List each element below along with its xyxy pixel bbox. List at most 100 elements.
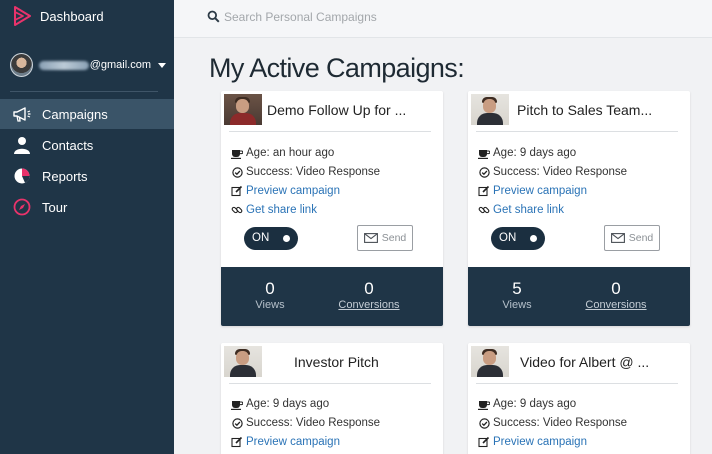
share-row: Get share link xyxy=(478,202,564,218)
user-icon xyxy=(12,136,32,154)
age-row: Age: 9 days ago xyxy=(478,145,576,161)
conversions-count: 0 xyxy=(364,279,374,298)
campaign-card: Video for Albert @ ... Age: 9 days ago S… xyxy=(468,343,690,454)
toggle-label: ON xyxy=(252,232,270,244)
compass-icon xyxy=(12,198,32,216)
coffee-icon xyxy=(231,147,243,159)
send-button[interactable]: Send xyxy=(357,225,413,251)
get-share-link[interactable]: Get share link xyxy=(246,204,317,216)
edit-icon xyxy=(478,436,490,448)
preview-row: Preview campaign xyxy=(478,434,587,450)
edit-icon xyxy=(231,436,243,448)
sidebar-item-reports[interactable]: Reports xyxy=(0,161,174,191)
success-row: Success: Video Response xyxy=(231,415,380,431)
age-row: Age: an hour ago xyxy=(231,145,334,161)
card-divider xyxy=(476,131,678,132)
campaign-toggle[interactable]: ON xyxy=(244,227,298,250)
views-count: 5 xyxy=(512,279,522,298)
campaign-card: Demo Follow Up for ... Age: an hour ago … xyxy=(221,91,443,326)
success-text: Success: Video Response xyxy=(493,417,628,429)
check-circle-icon xyxy=(478,166,490,178)
campaign-title[interactable]: Video for Albert @ ... xyxy=(520,354,649,370)
search-input[interactable] xyxy=(224,7,524,27)
brand[interactable]: Dashboard xyxy=(12,4,104,28)
sidebar-item-label: Tour xyxy=(42,199,68,215)
pie-chart-icon xyxy=(12,167,32,185)
sidebar-item-label: Contacts xyxy=(42,137,94,153)
campaign-card: Investor Pitch Age: 9 days ago Success: … xyxy=(221,343,443,454)
logo-icon xyxy=(14,6,31,26)
brand-label: Dashboard xyxy=(40,8,104,24)
check-circle-icon xyxy=(231,166,243,178)
video-thumbnail[interactable] xyxy=(471,346,509,377)
preview-campaign-link[interactable]: Preview campaign xyxy=(493,436,587,448)
sidebar-item-label: Campaigns xyxy=(42,106,108,122)
campaign-card: Pitch to Sales Team... Age: 9 days ago S… xyxy=(468,91,690,326)
views-label: Views xyxy=(502,299,532,311)
send-label: Send xyxy=(381,232,407,244)
conversions-link[interactable]: Conversions xyxy=(568,299,664,311)
user-email: @gmail.com xyxy=(89,59,151,71)
preview-row: Preview campaign xyxy=(231,434,340,450)
success-row: Success: Video Response xyxy=(478,415,627,431)
send-button[interactable]: Send xyxy=(604,225,660,251)
conversions-stat: 0 Conversions xyxy=(321,279,417,312)
views-stat: 5 Views xyxy=(469,279,565,312)
video-thumbnail[interactable] xyxy=(224,94,262,125)
blurred-username xyxy=(39,60,89,70)
preview-campaign-link[interactable]: Preview campaign xyxy=(246,185,340,197)
success-row: Success: Video Response xyxy=(478,164,627,180)
share-row: Get share link xyxy=(231,202,317,218)
age-row: Age: 9 days ago xyxy=(478,396,576,412)
toggle-knob xyxy=(283,235,290,242)
success-text: Success: Video Response xyxy=(246,417,381,429)
card-divider xyxy=(476,383,678,384)
top-bar xyxy=(174,0,712,38)
coffee-icon xyxy=(478,147,490,159)
toggle-label: ON xyxy=(499,232,517,244)
sidebar-item-campaigns[interactable]: Campaigns xyxy=(0,99,174,129)
edit-icon xyxy=(478,185,490,197)
preview-row: Preview campaign xyxy=(478,183,587,199)
preview-campaign-link[interactable]: Preview campaign xyxy=(246,436,340,448)
success-row: Success: Video Response xyxy=(231,164,380,180)
preview-campaign-link[interactable]: Preview campaign xyxy=(493,185,587,197)
search-icon xyxy=(207,10,220,23)
success-text: Success: Video Response xyxy=(493,166,628,178)
video-thumbnail[interactable] xyxy=(224,346,262,377)
sidebar: Dashboard @gmail.com Campaigns Contacts … xyxy=(0,0,174,454)
campaign-title[interactable]: Demo Follow Up for ... xyxy=(267,102,406,118)
link-icon xyxy=(231,204,243,216)
user-menu[interactable]: @gmail.com xyxy=(10,53,166,77)
age-text: Age: 9 days ago xyxy=(493,147,577,159)
sidebar-item-label: Reports xyxy=(42,168,88,184)
success-text: Success: Video Response xyxy=(246,166,381,178)
get-share-link[interactable]: Get share link xyxy=(493,204,564,216)
sidebar-item-contacts[interactable]: Contacts xyxy=(0,130,174,160)
send-label: Send xyxy=(628,232,654,244)
campaign-title[interactable]: Pitch to Sales Team... xyxy=(517,102,652,118)
campaign-stats: 5 Views 0 Conversions xyxy=(468,267,690,326)
toggle-knob xyxy=(530,235,537,242)
card-divider xyxy=(229,131,431,132)
chevron-down-icon xyxy=(158,62,166,68)
campaign-toggle[interactable]: ON xyxy=(491,227,545,250)
views-count: 0 xyxy=(265,279,275,298)
video-thumbnail[interactable] xyxy=(471,94,509,125)
sidebar-divider xyxy=(10,91,158,92)
conversions-count: 0 xyxy=(611,279,621,298)
age-text: Age: 9 days ago xyxy=(246,398,330,410)
campaign-title[interactable]: Investor Pitch xyxy=(294,354,379,370)
megaphone-icon xyxy=(12,105,32,123)
conversions-link[interactable]: Conversions xyxy=(321,299,417,311)
page-title: My Active Campaigns: xyxy=(209,53,465,83)
sidebar-item-tour[interactable]: Tour xyxy=(0,192,174,222)
coffee-icon xyxy=(231,398,243,410)
preview-row: Preview campaign xyxy=(231,183,340,199)
conversions-stat: 0 Conversions xyxy=(568,279,664,312)
check-circle-icon xyxy=(478,417,490,429)
link-icon xyxy=(478,204,490,216)
envelope-icon xyxy=(363,233,378,243)
age-text: Age: an hour ago xyxy=(246,147,335,159)
envelope-icon xyxy=(610,233,625,243)
